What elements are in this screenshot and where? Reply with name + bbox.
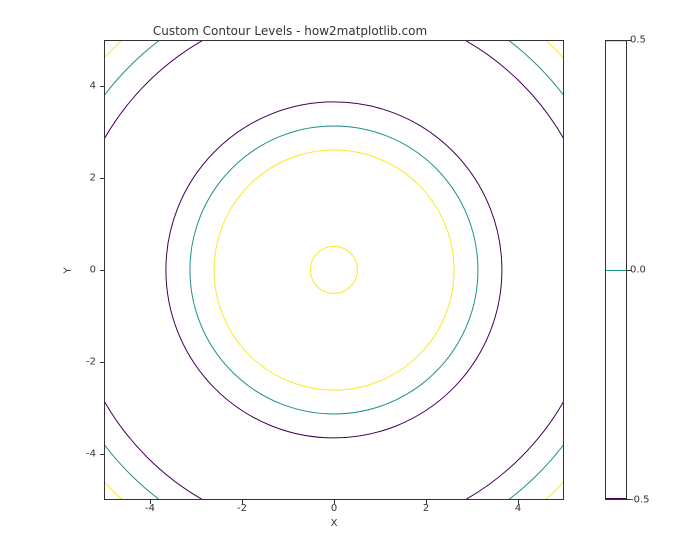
- colorbar: [605, 40, 627, 500]
- ytick-label: -2: [86, 357, 96, 368]
- ytick-mark: [100, 454, 104, 455]
- ytick-label: 2: [90, 173, 96, 184]
- xtick-label: 0: [331, 503, 337, 514]
- x-axis-label: X: [104, 518, 564, 529]
- contour-level-pos05-r2: [104, 40, 564, 500]
- colorbar-line-lo: [606, 498, 626, 499]
- colorbar-line-mid: [606, 270, 626, 271]
- xtick-label: -4: [145, 503, 155, 514]
- colorbar-tick-label: -0.5: [630, 495, 650, 506]
- figure: Custom Contour Levels - how2matplotlib.c…: [0, 0, 700, 560]
- plot-area: [104, 40, 564, 500]
- colorbar-line-hi: [606, 41, 626, 42]
- ytick-mark: [100, 270, 104, 271]
- colorbar-tick-label: 0.0: [630, 265, 646, 276]
- chart-title: Custom Contour Levels - how2matplotlib.c…: [0, 24, 580, 38]
- ytick-mark: [100, 362, 104, 363]
- ytick-mark: [100, 178, 104, 179]
- ytick-label: 4: [90, 81, 96, 92]
- xtick-label: 2: [423, 503, 429, 514]
- xtick-label: 4: [515, 503, 521, 514]
- y-axis-label: Y: [62, 40, 74, 500]
- ytick-label: -4: [86, 449, 96, 460]
- colorbar-tick-label: 0.5: [630, 35, 646, 46]
- xtick-label: -2: [237, 503, 247, 514]
- ytick-label: 0: [90, 265, 96, 276]
- ytick-mark: [100, 86, 104, 87]
